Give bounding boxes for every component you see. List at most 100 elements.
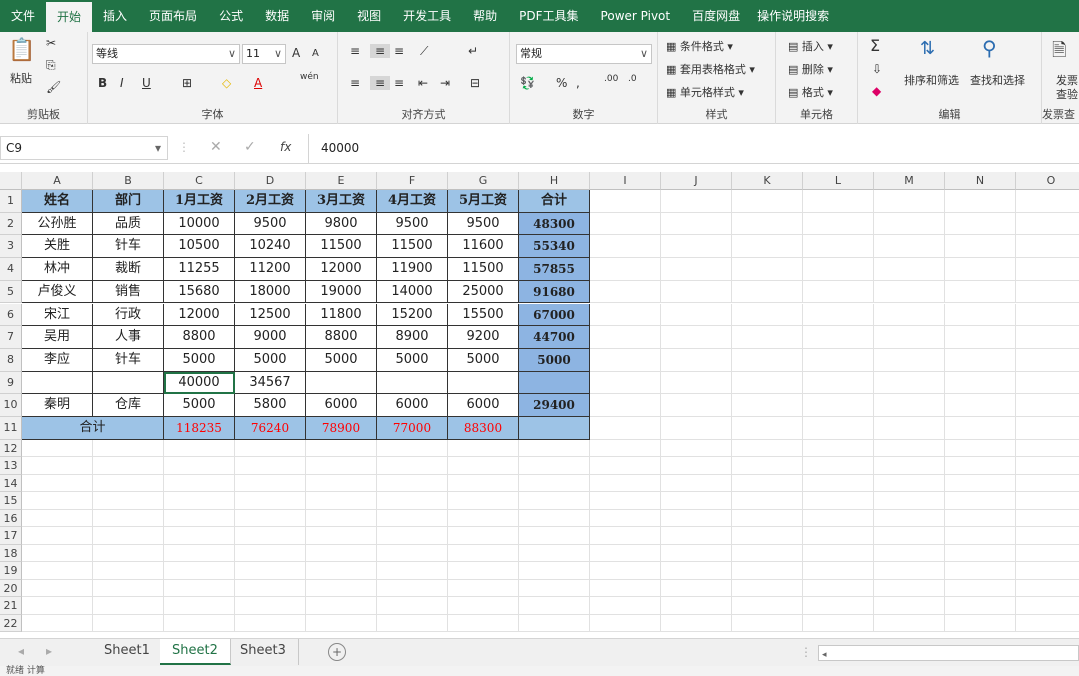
table-header-cell[interactable]: 部门: [93, 190, 164, 213]
table-cell[interactable]: 8800: [306, 326, 377, 349]
font-size-select[interactable]: 11 ∨: [242, 44, 286, 64]
column-header[interactable]: B: [93, 172, 164, 190]
menu-tab[interactable]: 文件: [0, 0, 46, 32]
table-cell[interactable]: 10240: [235, 235, 306, 259]
table-cell[interactable]: 9500: [235, 212, 306, 236]
row-header[interactable]: 11: [0, 417, 22, 440]
table-cell[interactable]: 销售: [93, 280, 164, 304]
table-cell[interactable]: 25000: [448, 280, 519, 304]
column-header[interactable]: C: [164, 172, 235, 190]
grid-cell[interactable]: [803, 303, 874, 327]
table-cell[interactable]: 44700: [519, 326, 590, 349]
grid-cell[interactable]: [164, 544, 235, 563]
grid-cell[interactable]: [803, 439, 874, 458]
menu-tab[interactable]: 审阅: [300, 0, 346, 32]
grid-cell[interactable]: [164, 509, 235, 528]
table-cell[interactable]: 5000: [164, 348, 235, 372]
grid-cell[interactable]: [235, 474, 306, 493]
row-header[interactable]: 14: [0, 474, 22, 493]
grid-cell[interactable]: [661, 235, 732, 259]
grid-cell[interactable]: [1016, 213, 1079, 236]
grid-cell[interactable]: [732, 597, 803, 615]
menu-tab[interactable]: 开发工具: [392, 0, 462, 32]
grid-cell[interactable]: [661, 258, 732, 281]
grid-cell[interactable]: [235, 614, 306, 633]
grid-cell[interactable]: [235, 509, 306, 528]
column-header[interactable]: F: [377, 172, 448, 190]
grid-cell[interactable]: [1016, 457, 1079, 475]
grid-cell[interactable]: [732, 562, 803, 580]
grid-cell[interactable]: [1016, 597, 1079, 615]
grid-cell[interactable]: [732, 212, 803, 236]
menu-tab[interactable]: PDF工具集: [508, 0, 589, 32]
total-row-cell[interactable]: 88300: [448, 417, 519, 440]
grid-cell[interactable]: [590, 579, 661, 598]
grid-cell[interactable]: [1016, 190, 1079, 213]
menu-tab[interactable]: 帮助: [462, 0, 508, 32]
row-header[interactable]: 21: [0, 597, 22, 615]
table-cell[interactable]: 9800: [306, 212, 377, 236]
table-cell[interactable]: 14000: [377, 280, 448, 304]
invoice-icon[interactable]: 🗎: [1052, 38, 1066, 68]
table-cell[interactable]: 卢俊义: [22, 280, 93, 304]
grid-cell[interactable]: [803, 614, 874, 633]
grid-cell[interactable]: [448, 492, 519, 510]
grid-cell[interactable]: [93, 562, 164, 580]
grid-cell[interactable]: [874, 258, 945, 281]
grid-cell[interactable]: [448, 457, 519, 475]
table-cell[interactable]: 9500: [377, 212, 448, 236]
column-header[interactable]: M: [874, 172, 945, 190]
grid-cell[interactable]: [661, 579, 732, 598]
scroll-right-icon[interactable]: ▸: [46, 644, 52, 658]
grid-cell[interactable]: [945, 417, 1016, 440]
table-cell[interactable]: 6000: [377, 394, 448, 417]
grid-cell[interactable]: [945, 544, 1016, 563]
clear-icon[interactable]: ◆: [872, 84, 881, 98]
sheet-tab[interactable]: Sheet3: [228, 639, 299, 665]
grid-cell[interactable]: [803, 190, 874, 213]
grid-cell[interactable]: [377, 509, 448, 528]
grid-cell[interactable]: [945, 439, 1016, 458]
grid-cell[interactable]: [945, 527, 1016, 545]
grid-cell[interactable]: [945, 326, 1016, 349]
grid-cell[interactable]: [661, 326, 732, 349]
grid-cell[interactable]: [661, 544, 732, 563]
table-cell[interactable]: 57855: [519, 258, 590, 281]
grid-cell[interactable]: [519, 562, 590, 580]
table-cell[interactable]: 11500: [377, 235, 448, 259]
horizontal-scrollbar[interactable]: ◂: [818, 645, 1079, 661]
table-header-cell[interactable]: 姓名: [22, 190, 93, 213]
grid-cell[interactable]: [803, 235, 874, 259]
grid-cell[interactable]: [590, 439, 661, 458]
table-cell[interactable]: 15680: [164, 280, 235, 304]
accounting-format-icon[interactable]: 💱: [520, 76, 535, 90]
invoice-line2[interactable]: 查验: [1056, 86, 1078, 102]
grid-cell[interactable]: [1016, 372, 1079, 395]
table-header-cell[interactable]: 合计: [519, 190, 590, 213]
grid-cell[interactable]: [22, 474, 93, 493]
table-cell[interactable]: 12000: [164, 303, 235, 327]
paste-icon[interactable]: 📋: [8, 38, 36, 66]
grid-cell[interactable]: [93, 457, 164, 475]
table-cell[interactable]: 9500: [448, 212, 519, 236]
grid-cell[interactable]: [732, 492, 803, 510]
grid-cell[interactable]: [661, 212, 732, 236]
grid-cell[interactable]: [874, 190, 945, 213]
grid-cell[interactable]: [377, 562, 448, 580]
grid-cell[interactable]: [803, 509, 874, 528]
total-row-cell[interactable]: 合计: [22, 417, 164, 440]
table-cell[interactable]: 11500: [448, 258, 519, 281]
grid-cell[interactable]: [874, 474, 945, 493]
grid-cell[interactable]: [661, 527, 732, 545]
grid-cell[interactable]: [732, 474, 803, 493]
number-format-select[interactable]: 常规 ∨: [516, 44, 652, 64]
grid-cell[interactable]: [661, 614, 732, 633]
insert-cells-button[interactable]: ▤ 插入 ▾: [788, 38, 833, 54]
table-cell[interactable]: 5000: [448, 348, 519, 372]
grid-cell[interactable]: [306, 527, 377, 545]
grid-cell[interactable]: [803, 326, 874, 349]
grid-cell[interactable]: [732, 258, 803, 281]
table-cell[interactable]: 针车: [93, 348, 164, 372]
table-cell[interactable]: 11200: [235, 258, 306, 281]
table-cell[interactable]: [448, 371, 519, 395]
